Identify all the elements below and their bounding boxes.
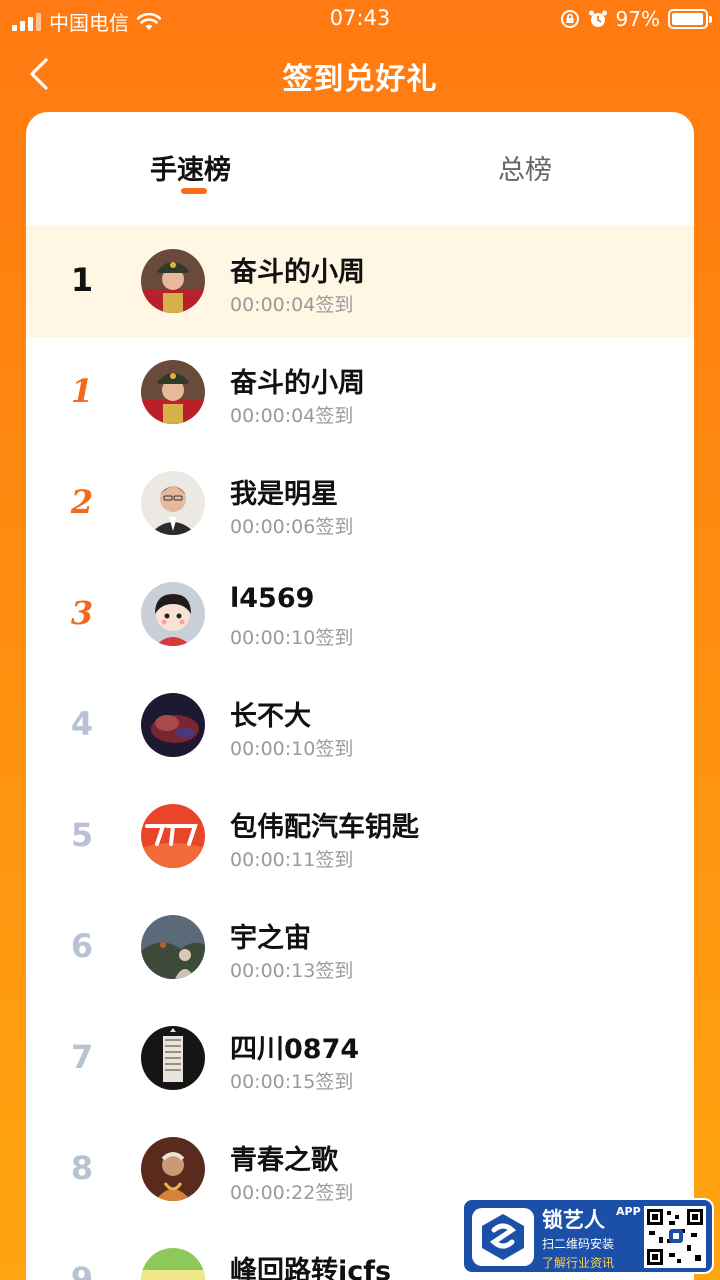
list-item[interactable]: 5 包伟配汽车钥匙 00:00:11签到 (26, 781, 694, 892)
tab-speed-ranking[interactable]: 手速榜 (150, 148, 231, 187)
user-name: 峰回路转jcfs (230, 1256, 392, 1280)
checkin-time: 00:00:22签到 (230, 1182, 354, 1204)
status-bar: 中国电信 07:43 97% (0, 0, 720, 38)
list-item[interactable]: 3 l4569 00:00:10签到 (26, 559, 694, 670)
tab-bar: 手速榜 总榜 (26, 112, 694, 226)
nav-bar: 签到兑好礼 (0, 38, 720, 110)
user-name: 宇之宙 (230, 923, 311, 954)
app-promo-watermark[interactable]: 锁艺人 APP 扫二维码安装 了解行业资讯 (462, 1198, 714, 1274)
promo-app-tag: APP (616, 1205, 641, 1218)
active-tab-indicator (181, 188, 207, 194)
qr-code-icon (644, 1206, 706, 1268)
rank-number: 1 (42, 368, 122, 410)
avatar (141, 1248, 205, 1280)
list-item[interactable]: 1 奋斗的小周 00:00:04签到 (26, 337, 694, 448)
user-name: 长不大 (230, 701, 311, 732)
user-name: 奋斗的小周 (230, 368, 365, 399)
rotation-lock-icon (560, 10, 579, 28)
lock-brand-logo (472, 1208, 534, 1266)
user-name: 我是明星 (230, 479, 338, 510)
list-item[interactable]: 4 长不大 00:00:10签到 (26, 670, 694, 781)
avatar (141, 471, 205, 535)
avatar (141, 1137, 205, 1201)
list-item[interactable]: 2 我是明星 00:00:06签到 (26, 448, 694, 559)
rank-number: 8 (70, 1149, 94, 1187)
user-name: 青春之歌 (230, 1145, 338, 1176)
my-rank-row[interactable]: 1 奋斗的小周 00:00:04签到 (26, 226, 694, 337)
avatar (141, 360, 205, 424)
avatar (141, 693, 205, 757)
avatar (141, 804, 205, 868)
promo-line-news: 了解行业资讯 (542, 1256, 615, 1270)
checkin-time: 00:00:10签到 (230, 738, 354, 760)
checkin-time: 00:00:13签到 (230, 960, 354, 982)
checkin-time: 00:00:06签到 (230, 516, 354, 538)
battery-percent: 97% (615, 7, 660, 31)
rank-number: 2 (42, 479, 122, 521)
avatar (141, 249, 205, 313)
rank-number: 4 (70, 705, 94, 743)
battery-icon (668, 9, 712, 29)
checkin-time: 00:00:11签到 (230, 849, 354, 871)
rank-number: 3 (42, 590, 122, 632)
tab-total-ranking[interactable]: 总榜 (498, 148, 552, 187)
avatar (141, 915, 205, 979)
list-item[interactable]: 6 宇之宙 00:00:13签到 (26, 892, 694, 1003)
checkin-time: 00:00:04签到 (230, 294, 354, 316)
checkin-time: 00:00:04签到 (230, 405, 354, 427)
rank-number: 1 (70, 261, 94, 299)
alarm-icon (588, 10, 607, 27)
leaderboard-card: 手速榜 总榜 1 奋斗的小周 00:00:04签到 1 奋斗的小周 00:00:… (26, 112, 694, 1280)
list-item[interactable]: 7 四川0874 00:00:15签到 (26, 1003, 694, 1114)
rank-number: 5 (70, 816, 94, 854)
checkin-time: 00:00:10签到 (230, 627, 354, 649)
user-name: 奋斗的小周 (230, 257, 365, 288)
avatar (141, 1026, 205, 1090)
promo-title: 锁艺人 (542, 1208, 605, 1232)
user-name: 包伟配汽车钥匙 (230, 812, 419, 843)
avatar (141, 582, 205, 646)
rank-number: 6 (70, 927, 94, 965)
page-title: 签到兑好礼 (282, 62, 438, 97)
rank-number: 9 (70, 1260, 94, 1280)
user-name: 四川0874 (230, 1034, 360, 1065)
promo-line-scan: 扫二维码安装 (542, 1237, 615, 1251)
user-name: l4569 (230, 583, 315, 614)
checkin-time: 00:00:15签到 (230, 1071, 354, 1093)
rank-number: 7 (70, 1038, 94, 1076)
